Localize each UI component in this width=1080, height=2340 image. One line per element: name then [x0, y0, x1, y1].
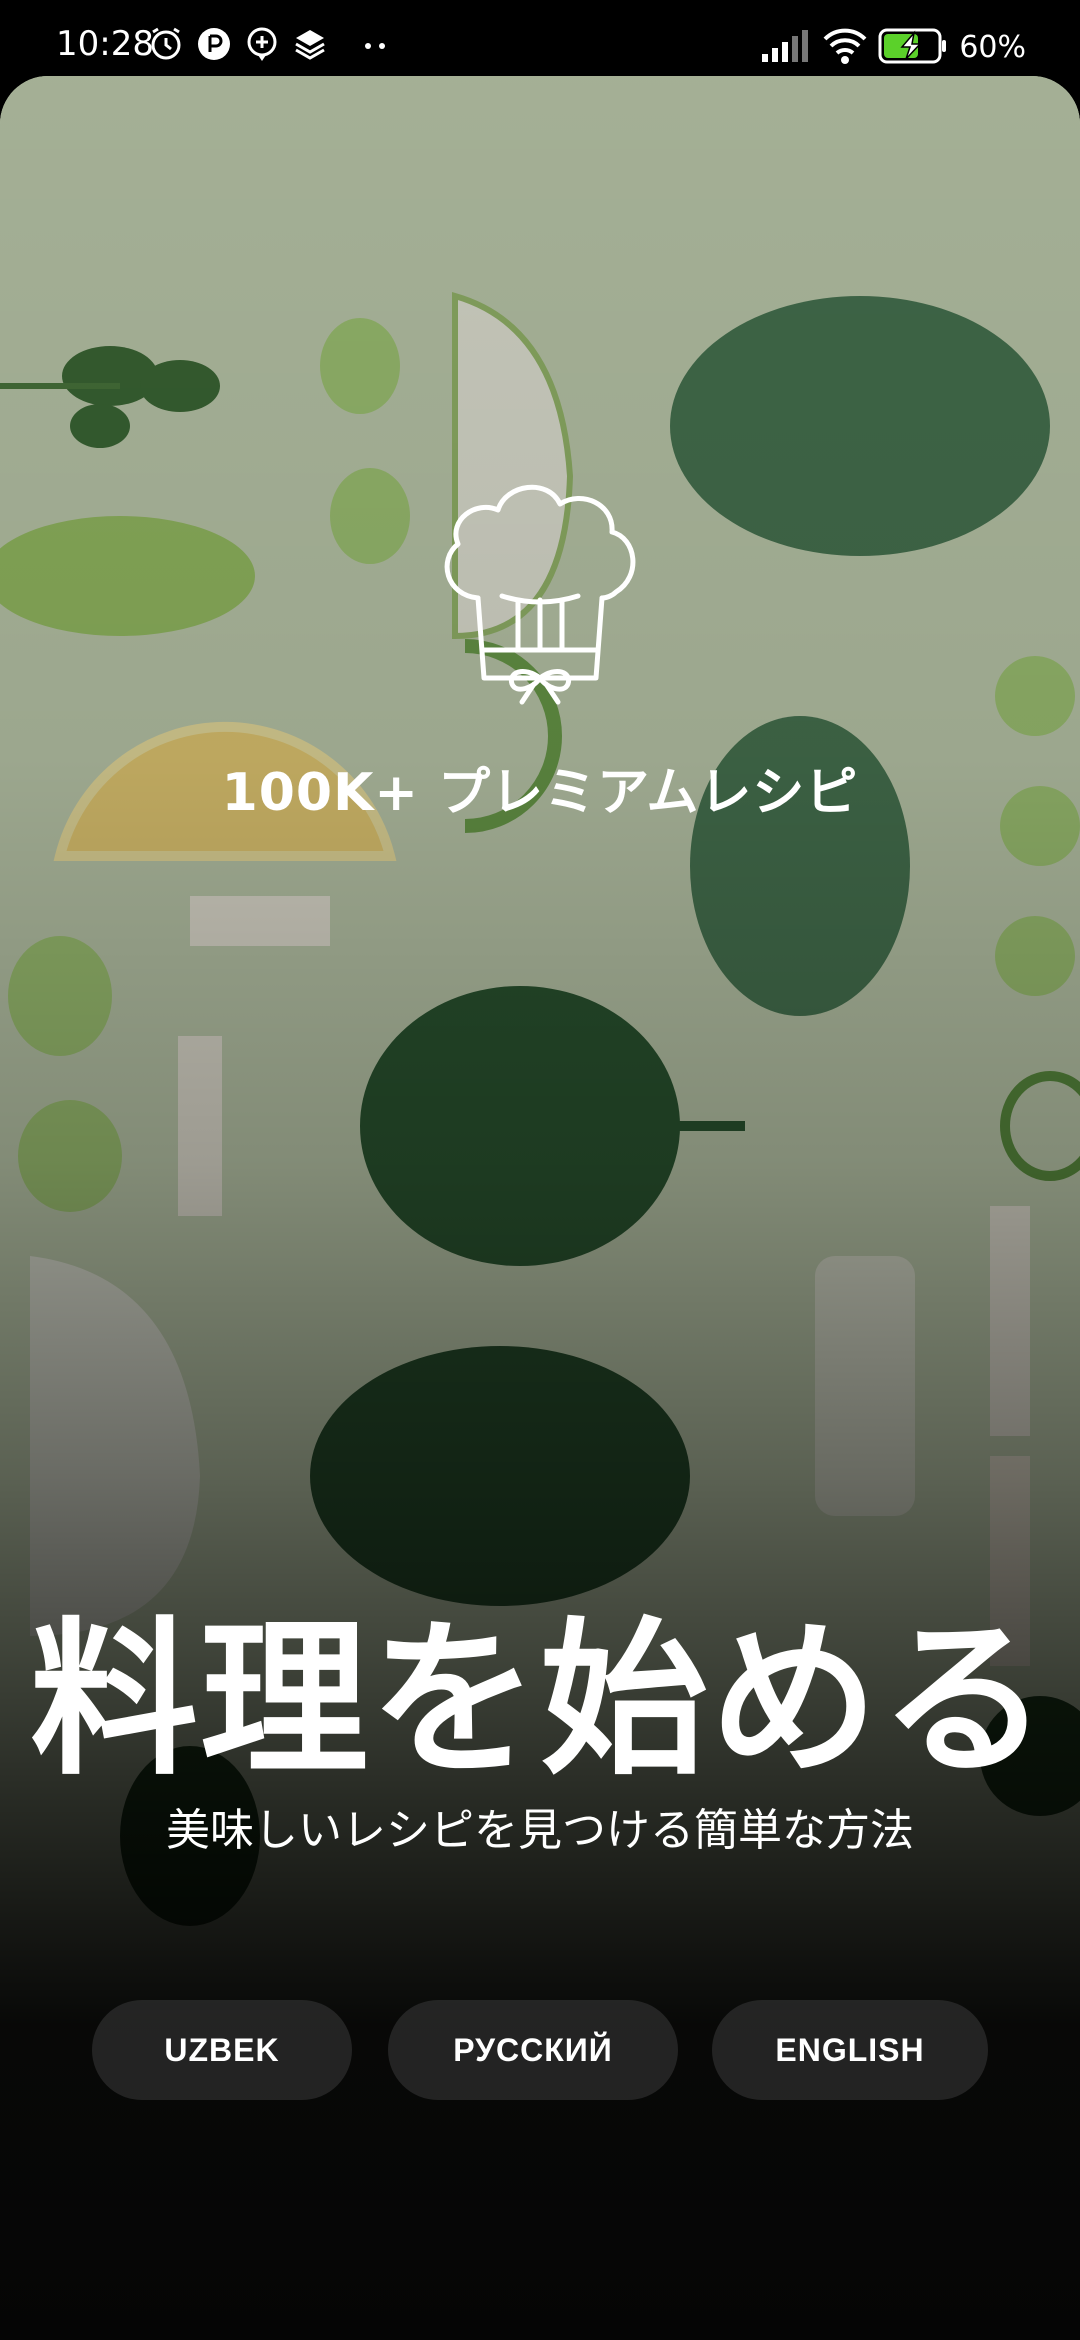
- app-notification-icon: [198, 28, 230, 60]
- layers-icon: [295, 30, 325, 60]
- battery-percent: 60%: [959, 30, 1026, 65]
- message-plus-icon: [247, 27, 277, 61]
- battery-charging-icon: [878, 28, 946, 64]
- language-button-english[interactable]: ENGLISH: [712, 2000, 988, 2100]
- hero-panel: 100K+ プレミアムレシピ 料理を始める 美味しいレシピを見つける簡単な方法 …: [0, 76, 1080, 2340]
- status-bar: 10:28 60%: [0, 0, 1080, 78]
- subtitle: 美味しいレシピを見つける簡単な方法: [166, 1805, 914, 1856]
- alarm-icon: [151, 27, 181, 60]
- language-button-russian[interactable]: РУССКИЙ: [388, 2000, 678, 2100]
- wifi-icon: [823, 28, 867, 64]
- status-time: 10:28: [56, 24, 154, 64]
- language-button-uzbek[interactable]: UZBEK: [92, 2000, 352, 2100]
- tagline: 100K+ プレミアムレシピ: [221, 763, 859, 823]
- page-title: 料理を始める: [30, 1602, 1050, 1798]
- status-right-icons: 60%: [760, 26, 1080, 66]
- signal-icon: [762, 30, 808, 62]
- more-dots-icon: [365, 43, 385, 49]
- chef-hat-icon: [444, 484, 636, 705]
